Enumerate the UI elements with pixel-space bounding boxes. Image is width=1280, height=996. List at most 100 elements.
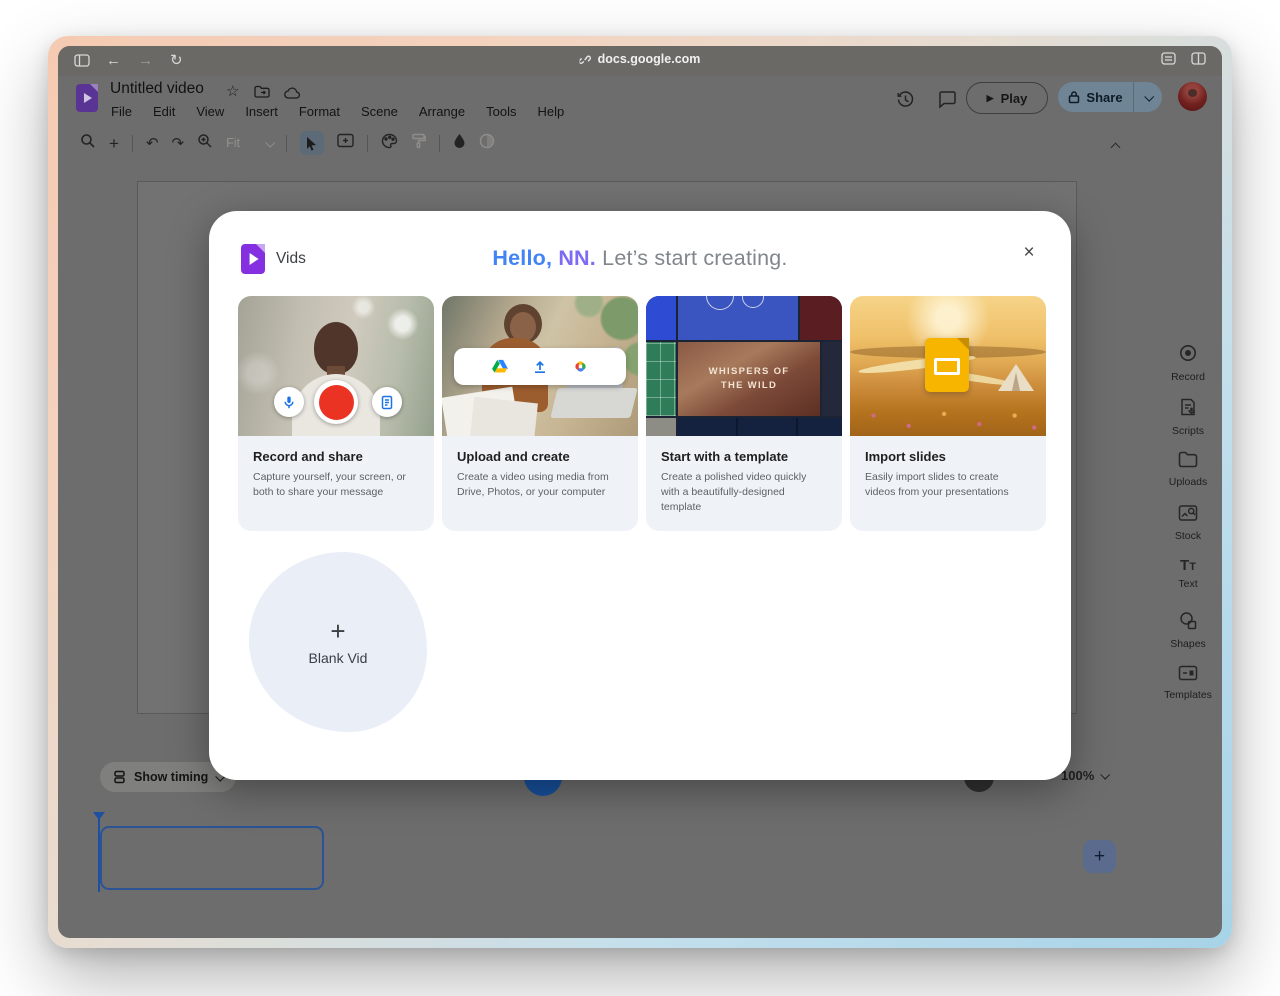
sidebar-label: Shapes [1156,638,1220,650]
mic-icon [274,387,304,417]
back-icon[interactable]: ← [106,52,121,70]
template-title-line1: WHISPERS OF [709,365,790,379]
theme-color-icon[interactable] [479,133,495,154]
timeline-scene-clip[interactable] [100,826,324,890]
menu-arrange[interactable]: Arrange [419,104,465,119]
sidebar-toggle-icon[interactable] [74,54,90,67]
paint-format-icon[interactable] [411,133,426,154]
collapse-toolbar-button[interactable] [1112,138,1119,156]
show-timing-label: Show timing [134,770,208,784]
menu-format[interactable]: Format [299,104,340,119]
timing-icon [113,770,126,784]
record-button-icon [314,380,358,424]
plus-icon: + [330,619,345,643]
browser-toolbar: ← → ↻ docs.google.com [58,46,1222,76]
sidebar-item-text[interactable]: TT Text [1156,557,1220,590]
frame-add-icon[interactable] [337,133,354,153]
sidebar-item-uploads[interactable]: Uploads [1156,451,1220,488]
undo-icon[interactable]: ↶ [146,136,159,151]
upload-icon [532,359,548,375]
cursor-icon [305,136,318,151]
zoom-icon[interactable] [197,133,213,154]
card-title: Upload and create [457,449,623,464]
close-icon: × [1023,242,1034,264]
chevron-up-icon [1111,143,1121,153]
templates-icon [1178,665,1198,681]
sidebar-label: Stock [1156,530,1220,542]
creation-options: Record and share Capture yourself, your … [238,296,1046,531]
sidebar-label: Templates [1156,689,1220,701]
divider [367,135,368,152]
card-description: Easily import slides to create videos fr… [865,470,1031,500]
palette-icon[interactable] [381,133,398,154]
sidebar-item-scripts[interactable]: Scripts [1156,397,1220,437]
share-label: Share [1086,90,1122,105]
card-record-and-share[interactable]: Record and share Capture yourself, your … [238,296,434,531]
menu-file[interactable]: File [111,104,132,119]
reload-icon[interactable]: ↻ [170,52,183,70]
fit-zoom-select[interactable]: Fit [226,136,273,150]
move-folder-icon[interactable] [254,85,270,103]
chevron-down-icon [1144,91,1154,101]
record-icon [1178,343,1198,363]
blank-vid-button[interactable]: + Blank Vid [249,552,427,732]
sidebar-item-shapes[interactable]: Shapes [1156,611,1220,650]
redo-icon[interactable]: ↷ [172,136,185,151]
split-view-icon[interactable] [1191,52,1206,65]
menu-scene[interactable]: Scene [361,104,398,119]
address-bar[interactable]: docs.google.com [580,52,701,66]
add-icon[interactable]: + [109,136,119,151]
menu-help[interactable]: Help [537,104,564,119]
sidebar-item-record[interactable]: Record [1156,343,1220,383]
sidebar-label: Text [1156,578,1220,590]
card-start-with-template[interactable]: WHISPERS OF THE WILD Start with a templa… [646,296,842,531]
fill-color-icon[interactable] [453,133,466,153]
cloud-status-icon[interactable] [284,86,301,104]
plus-icon: + [1094,846,1105,868]
card-title: Import slides [865,449,1031,464]
document-title[interactable]: Untitled video [110,80,204,98]
template-preview-image: WHISPERS OF THE WILD [646,296,842,436]
menu-tools[interactable]: Tools [486,104,516,119]
account-avatar[interactable] [1178,82,1207,111]
forward-icon[interactable]: → [138,52,153,70]
greeting-rest: Let’s start creating. [602,246,787,270]
menu-edit[interactable]: Edit [153,104,175,119]
select-tool-button[interactable] [300,131,324,155]
menu-bar: File Edit View Insert Format Scene Arran… [111,104,564,119]
card-upload-and-create[interactable]: Upload and create Create a video using m… [442,296,638,531]
sidebar-label: Uploads [1156,476,1220,488]
desktop-background: ← → ↻ docs.google.com Untitled video ☆ [0,0,1280,996]
sidebar-item-templates[interactable]: Templates [1156,665,1220,701]
play-button[interactable]: ▶ Play [966,82,1048,114]
lock-icon [1068,90,1080,104]
greeting-name: NN. [558,246,596,270]
menu-insert[interactable]: Insert [245,104,278,119]
scripts-icon [1178,397,1198,417]
text-icon: TT [1180,557,1196,574]
menu-view[interactable]: View [196,104,224,119]
version-history-icon[interactable] [896,90,915,114]
record-preview-image [238,296,434,436]
divider [132,135,133,152]
share-button[interactable]: Share [1058,82,1162,112]
reader-view-icon[interactable] [1161,52,1176,65]
stock-media-icon [1178,504,1198,522]
search-icon[interactable] [80,133,96,154]
card-import-slides[interactable]: Import slides Easily import slides to cr… [850,296,1046,531]
share-dropdown[interactable] [1134,82,1162,112]
zoom-level: 100% [1061,768,1094,783]
star-icon[interactable]: ☆ [226,82,239,100]
close-button[interactable]: × [1017,241,1041,265]
template-title-line2: THE WILD [721,379,777,393]
play-label: Play [1001,91,1028,106]
sidebar-item-stock[interactable]: Stock [1156,504,1220,542]
sidebar-label: Scripts [1156,425,1220,437]
timeline-zoom-control[interactable]: 100% [1061,768,1108,783]
card-description: Capture yourself, your screen, or both t… [253,470,419,500]
card-description: Create a video using media from Drive, P… [457,470,623,500]
fit-label: Fit [226,136,240,150]
add-scene-button[interactable]: + [1083,840,1116,873]
comments-icon[interactable] [938,90,957,114]
card-description: Create a polished video quickly with a b… [661,470,827,515]
